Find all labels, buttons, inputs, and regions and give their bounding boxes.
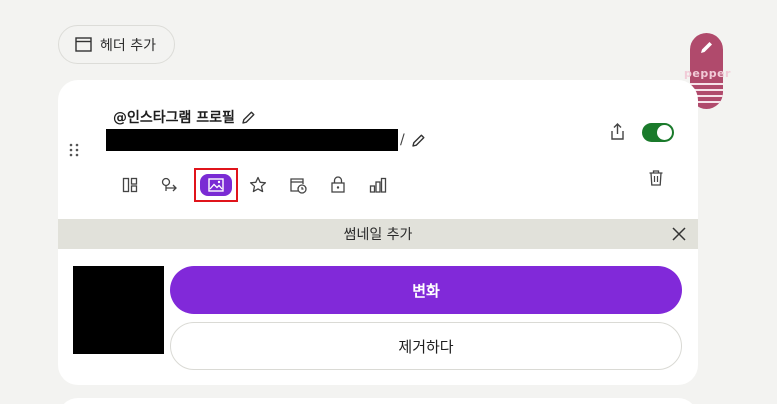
thumbnail-panel-title: 썸네일 추가 bbox=[343, 227, 413, 243]
link-url-row[interactable]: / bbox=[106, 129, 426, 151]
link-card: @인스타그램 프로필 / 썸네일 추가 변화 제거하다 bbox=[58, 80, 698, 385]
thumbnail-icon[interactable] bbox=[200, 174, 232, 196]
schedule-icon[interactable] bbox=[286, 173, 310, 197]
thumbnail-tool-highlight[interactable] bbox=[194, 168, 238, 202]
redacted-url bbox=[106, 129, 398, 151]
add-header-label: 헤더 추가 bbox=[100, 37, 156, 54]
header-layout-icon bbox=[75, 37, 92, 52]
edit-title-pencil-icon[interactable] bbox=[241, 110, 256, 125]
analytics-icon[interactable] bbox=[366, 173, 390, 197]
page: 헤더 추가 pepper @인스타그램 프로필 / 썸네일 추가 변화 제거하다 bbox=[0, 0, 777, 404]
toggle-knob bbox=[657, 125, 672, 140]
next-link-card bbox=[58, 398, 698, 404]
layout-icon[interactable] bbox=[118, 173, 142, 197]
add-header-button[interactable]: 헤더 추가 bbox=[58, 25, 175, 64]
thumbnail-preview bbox=[73, 266, 164, 354]
url-suffix: / bbox=[400, 132, 405, 148]
link-title: @인스타그램 프로필 bbox=[113, 110, 235, 126]
link-enabled-toggle[interactable] bbox=[642, 123, 674, 142]
drag-handle-icon[interactable] bbox=[69, 143, 79, 157]
change-thumbnail-button[interactable]: 변화 bbox=[170, 266, 682, 314]
share-icon[interactable] bbox=[609, 123, 626, 141]
thumbnail-panel-header: 썸네일 추가 bbox=[58, 219, 698, 249]
link-toolbar bbox=[118, 168, 406, 202]
link-title-row[interactable]: @인스타그램 프로필 bbox=[113, 107, 256, 127]
close-icon[interactable] bbox=[671, 226, 687, 242]
lock-icon[interactable] bbox=[326, 173, 350, 197]
remove-thumbnail-button[interactable]: 제거하다 bbox=[170, 322, 682, 370]
star-icon[interactable] bbox=[246, 173, 270, 197]
redirect-icon[interactable] bbox=[158, 173, 182, 197]
pencil-icon bbox=[701, 42, 712, 53]
trash-icon[interactable] bbox=[648, 169, 664, 187]
badge-stripe bbox=[690, 83, 723, 85]
edit-url-pencil-icon[interactable] bbox=[411, 133, 426, 148]
pepper-badge-label: pepper bbox=[684, 67, 731, 80]
